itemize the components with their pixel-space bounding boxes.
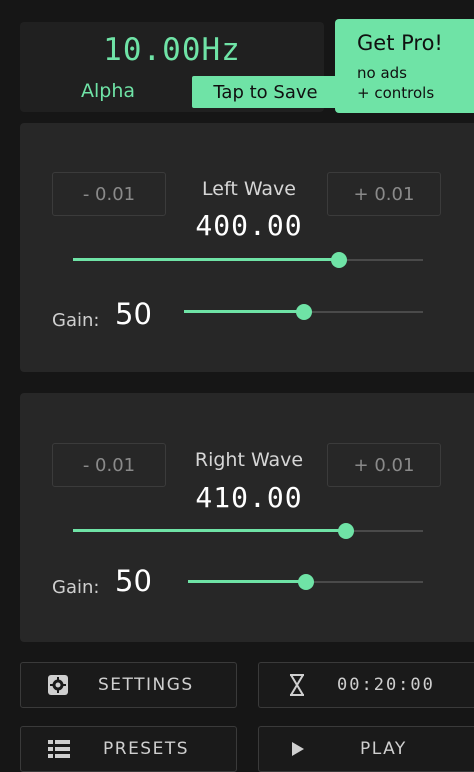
left-gain-slider[interactable] xyxy=(184,304,423,320)
right-gain-value: 50 xyxy=(115,564,152,598)
presets-button[interactable]: PRESETS xyxy=(20,726,237,772)
slider-fill xyxy=(73,258,339,261)
play-label: PLAY xyxy=(360,739,407,759)
timer-button[interactable]: 00:20:00 xyxy=(258,662,474,708)
left-wave-increment-button[interactable]: + 0.01 xyxy=(327,172,441,216)
band-label: Alpha xyxy=(80,80,136,102)
left-wave-value: 400.00 xyxy=(195,209,303,242)
pro-feature-controls: + controls xyxy=(357,84,435,102)
slider-thumb[interactable] xyxy=(297,574,314,590)
right-gain-label: Gain: xyxy=(52,577,100,598)
gear-icon xyxy=(47,674,69,701)
slider-fill xyxy=(73,529,346,532)
right-wave-frequency-slider[interactable] xyxy=(73,523,423,539)
left-gain-label: Gain: xyxy=(52,310,100,331)
tap-to-save-button[interactable]: Tap to Save xyxy=(192,76,339,108)
frequency-display: 10.00Hz Alpha Tap to Save xyxy=(20,22,339,112)
hourglass-icon xyxy=(288,673,306,702)
left-gain-value: 50 xyxy=(115,297,152,331)
right-wave-title: Right Wave xyxy=(194,449,304,471)
slider-thumb[interactable] xyxy=(338,523,354,539)
right-gain-slider[interactable] xyxy=(188,574,423,590)
slider-thumb[interactable] xyxy=(331,252,347,268)
pro-feature-no-ads: no ads xyxy=(357,64,407,82)
left-wave-panel: - 0.01 Left Wave 400.00 + 0.01 Gain: 50 xyxy=(20,123,474,372)
timer-value: 00:20:00 xyxy=(337,675,435,695)
get-pro-button[interactable]: Get Pro! no ads + controls xyxy=(335,19,474,113)
slider-fill xyxy=(188,580,306,583)
slider-thumb[interactable] xyxy=(295,304,312,320)
right-wave-increment-button[interactable]: + 0.01 xyxy=(327,443,441,487)
right-wave-value: 410.00 xyxy=(195,481,303,514)
left-wave-title: Left Wave xyxy=(202,178,296,200)
list-icon xyxy=(48,739,70,764)
settings-label: SETTINGS xyxy=(98,675,194,695)
play-icon xyxy=(291,741,305,762)
slider-fill xyxy=(184,310,304,313)
beat-frequency-value: 10.00Hz xyxy=(103,32,241,68)
settings-button[interactable]: SETTINGS xyxy=(20,662,237,708)
play-button[interactable]: PLAY xyxy=(258,726,474,772)
left-wave-frequency-slider[interactable] xyxy=(73,252,423,268)
pro-title: Get Pro! xyxy=(357,31,443,55)
presets-label: PRESETS xyxy=(103,739,190,759)
right-wave-panel: - 0.01 Right Wave 410.00 + 0.01 Gain: 50 xyxy=(20,393,474,642)
